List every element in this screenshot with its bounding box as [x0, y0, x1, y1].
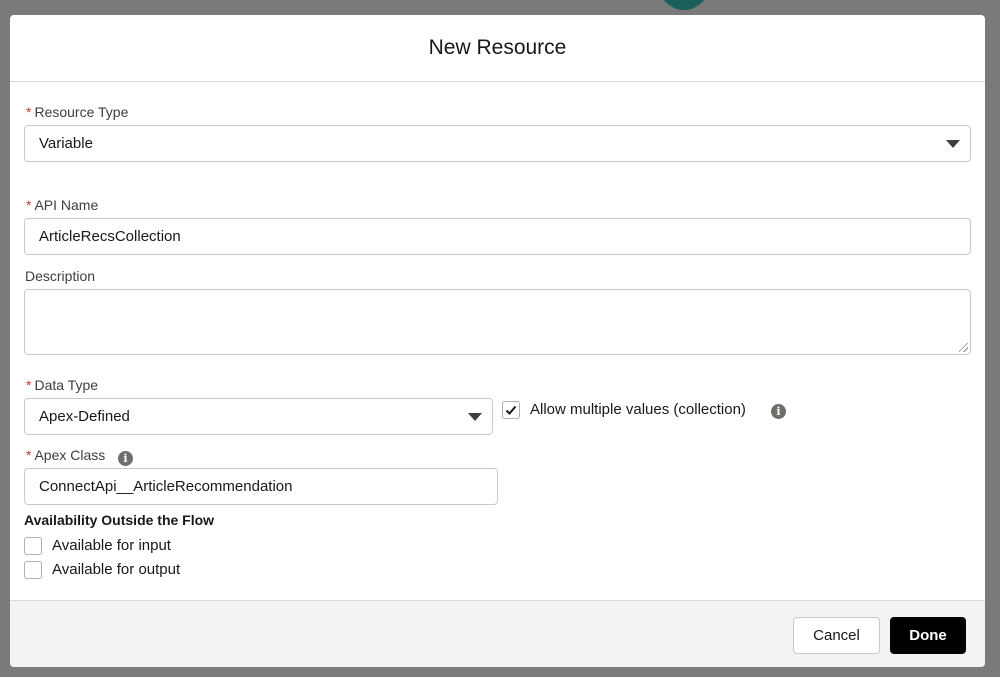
description-label: Description [25, 268, 96, 284]
resize-handle-icon[interactable] [959, 343, 968, 352]
info-icon[interactable]: i [771, 404, 786, 419]
api-name-input[interactable]: ArticleRecsCollection [24, 218, 971, 255]
data-type-select[interactable]: Apex-Defined [24, 398, 493, 435]
availability-heading: Availability Outside the Flow [24, 512, 215, 528]
available-for-output-label: Available for output [52, 561, 181, 578]
allow-multiple-checkbox[interactable] [502, 401, 520, 419]
done-button[interactable]: Done [890, 617, 966, 654]
allow-multiple-label: Allow multiple values (collection) [530, 401, 746, 418]
required-marker: * [26, 197, 32, 213]
required-marker: * [26, 104, 32, 120]
chevron-down-icon [468, 412, 482, 421]
modal-header: New Resource [10, 15, 985, 82]
resource-type-value: Variable [39, 135, 93, 152]
available-for-input-label: Available for input [52, 537, 171, 554]
description-textarea[interactable] [24, 289, 971, 355]
api-name-value: ArticleRecsCollection [39, 228, 181, 245]
required-marker: * [26, 377, 32, 393]
data-type-value: Apex-Defined [39, 408, 130, 425]
apex-class-input[interactable]: ConnectApi__ArticleRecommendation [24, 468, 498, 505]
available-for-input-checkbox[interactable] [24, 537, 42, 555]
api-name-label: * API Name [26, 197, 99, 213]
apex-class-label: * Apex Class [26, 447, 106, 463]
available-for-output-checkbox[interactable] [24, 561, 42, 579]
resource-type-select[interactable]: Variable [24, 125, 971, 162]
required-marker: * [26, 447, 32, 463]
resource-type-label: * Resource Type [26, 104, 129, 120]
chevron-down-icon [946, 139, 960, 148]
background-avatar [659, 0, 709, 10]
modal-footer: Cancel Done [10, 600, 985, 667]
info-icon[interactable]: i [118, 451, 133, 466]
modal-title: New Resource [428, 36, 567, 59]
apex-class-value: ConnectApi__ArticleRecommendation [39, 478, 293, 495]
new-resource-modal: New Resource * Resource Type Variable * AP… [10, 15, 985, 667]
cancel-button[interactable]: Cancel [793, 617, 880, 654]
checkmark-icon [505, 405, 517, 415]
data-type-label: * Data Type [26, 377, 99, 393]
